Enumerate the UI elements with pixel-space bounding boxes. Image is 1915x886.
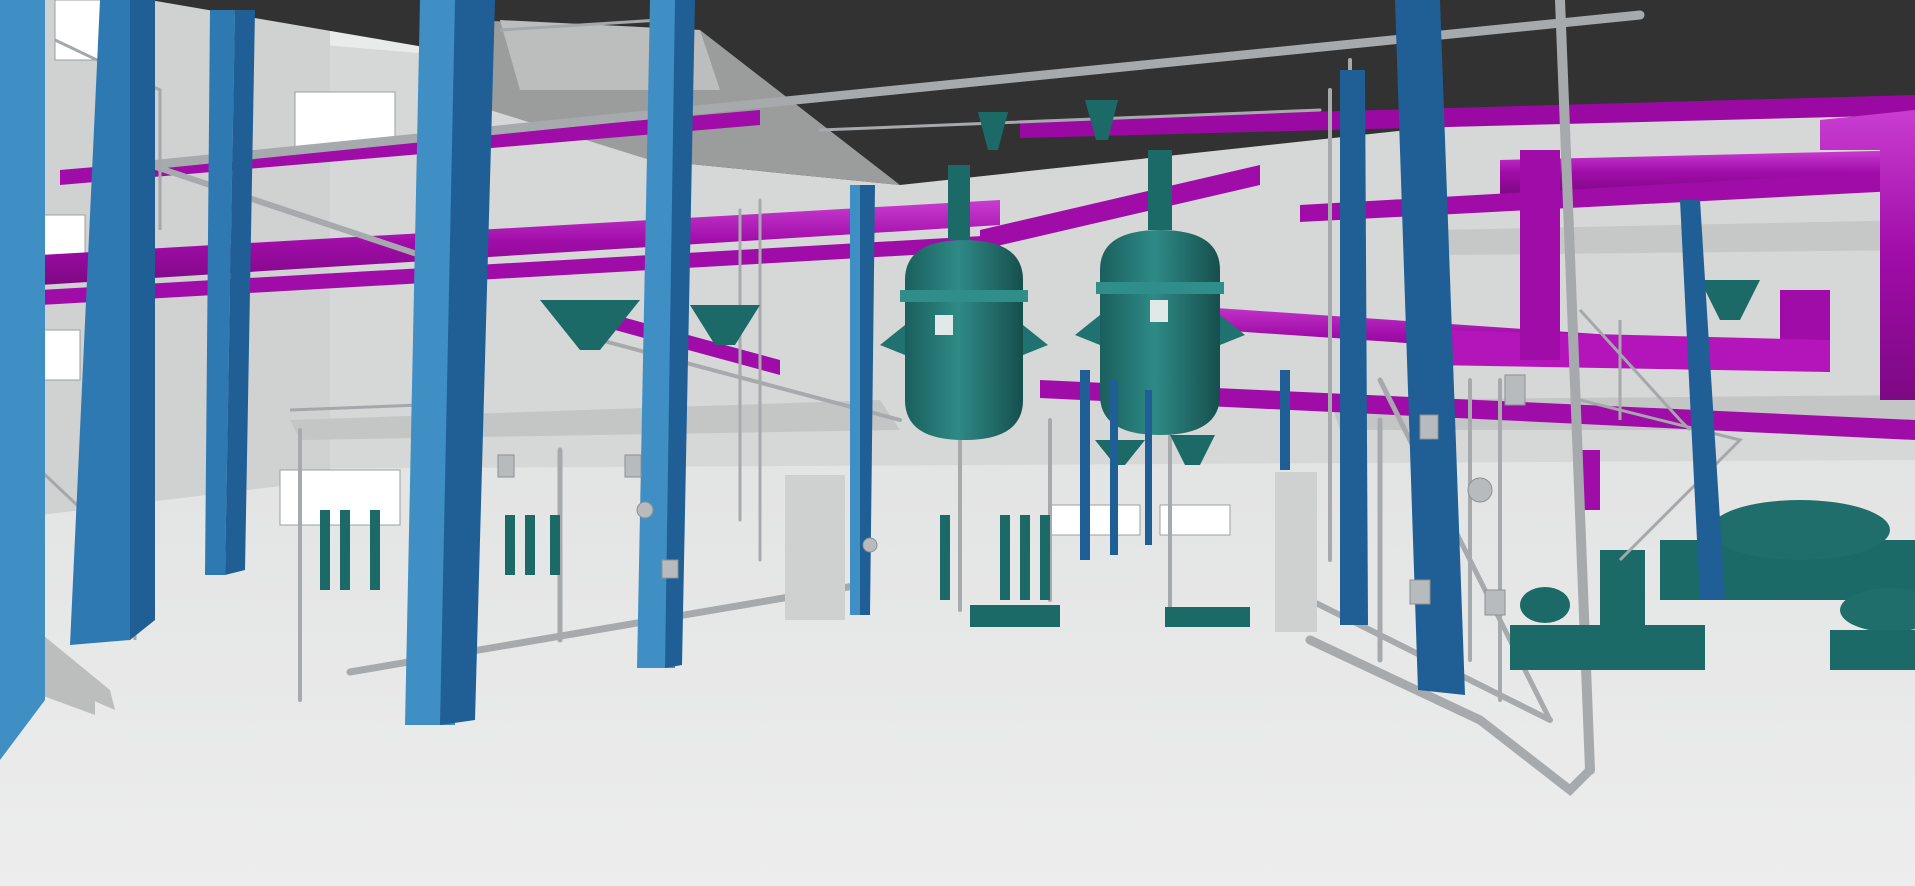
valve [1504,374,1526,406]
filter-unit [1000,515,1010,600]
valve [624,454,642,478]
column [1145,390,1152,545]
filter-unit [1040,515,1050,600]
column [1110,380,1118,555]
reactor-nozzle [948,165,970,240]
vessel-horizontal [1710,500,1890,560]
reactor-flange [1096,282,1224,294]
valve [1484,589,1506,616]
reactor-manhole [935,315,953,335]
valve [1409,579,1431,605]
pump-base [1830,630,1915,670]
reactor-nozzle [1148,150,1172,230]
column [130,0,155,640]
filter-unit [320,510,330,590]
filter-unit [340,510,350,590]
filter-unit [940,515,950,600]
valve [1419,414,1439,440]
reactor-shell [905,240,1023,440]
column [1340,70,1368,625]
column [1280,370,1290,470]
valve [661,559,679,579]
pump [1165,607,1250,627]
reactor-flange [900,290,1028,302]
window [1049,504,1141,536]
filter-unit [505,515,515,575]
filter-unit [1020,515,1030,600]
pipe-magenta [1520,150,1560,360]
filter-unit [370,510,380,590]
valve-handwheel [1467,477,1493,503]
filter-unit [550,515,560,575]
window [39,329,81,381]
door-panel [785,475,845,620]
valve-handwheel [862,537,878,553]
valve-handwheel [636,501,654,519]
plant-3d-viewport[interactable] [0,0,1915,886]
reactor-manhole [1150,300,1168,322]
motor [1600,550,1645,625]
pump-base [1510,625,1705,670]
valve [497,454,515,478]
pump [970,605,1060,627]
column [1080,370,1090,560]
filter-unit [525,515,535,575]
motor [1520,587,1570,623]
door-panel [1275,472,1317,632]
column [0,0,45,760]
column [850,185,860,615]
plant-scene [0,0,1915,886]
